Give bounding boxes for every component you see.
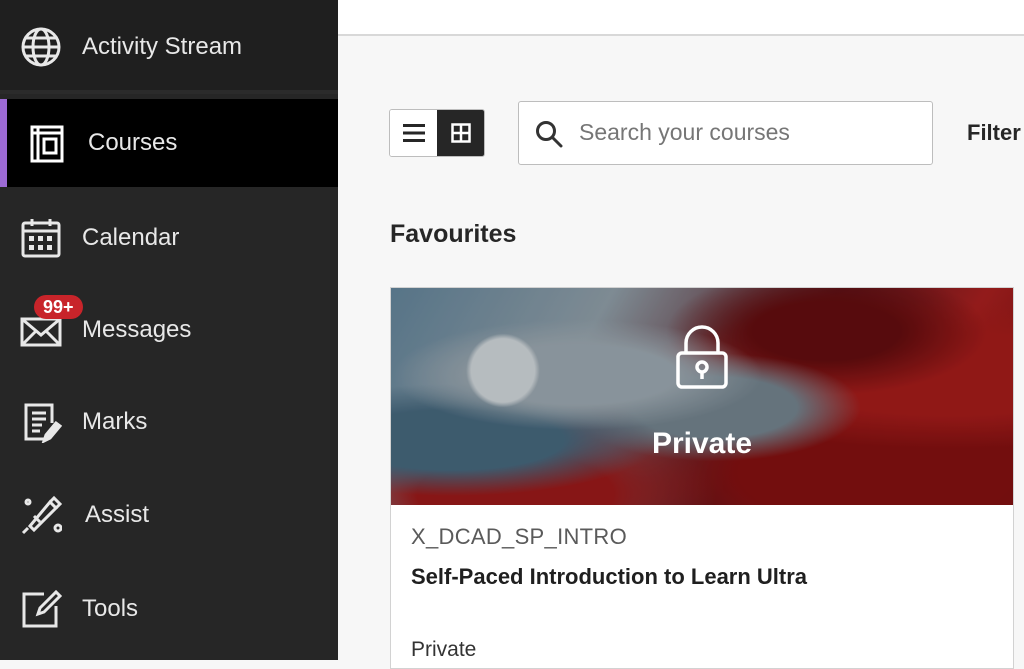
sidebar-item-activity-stream[interactable]: Activity Stream: [0, 0, 338, 94]
sidebar-item-marks[interactable]: Marks: [0, 376, 338, 468]
course-search-box: [518, 101, 933, 165]
course-banner-image: Private: [391, 288, 1013, 505]
view-toggle: [389, 109, 485, 157]
sidebar-item-tools[interactable]: Tools: [0, 562, 338, 656]
courses-icon: [27, 122, 69, 164]
search-input[interactable]: [579, 102, 919, 162]
top-bar: [338, 0, 1024, 36]
grid-icon: [450, 123, 471, 143]
calendar-icon: [20, 217, 62, 259]
course-code: X_DCAD_SP_INTRO: [411, 524, 628, 549]
sidebar-item-label: Courses: [88, 129, 178, 156]
sidebar-item-label: Messages: [82, 316, 192, 343]
filter-label[interactable]: Filter: [967, 120, 1021, 146]
privacy-overlay-label: Private: [651, 427, 753, 460]
grid-view-button[interactable]: [437, 110, 484, 156]
sidebar: Activity Stream Courses Calendar 99+ Mes…: [0, 0, 338, 660]
search-icon: [535, 120, 563, 148]
globe-icon: [20, 26, 62, 68]
course-title[interactable]: Self-Paced Introduction to Learn Ultra: [411, 564, 807, 590]
tools-icon: [20, 588, 62, 630]
list-view-button[interactable]: [390, 110, 437, 156]
assist-icon: [20, 494, 62, 536]
unread-count-badge: 99+: [34, 295, 83, 319]
marks-icon: [20, 401, 62, 443]
active-indicator: [0, 99, 7, 187]
sidebar-item-assist[interactable]: Assist: [0, 468, 338, 562]
section-title: Favourites: [390, 220, 517, 248]
course-status: Private: [411, 638, 477, 661]
sidebar-item-label: Calendar: [82, 224, 180, 251]
list-icon: [402, 123, 425, 143]
sidebar-item-label: Marks: [82, 408, 148, 435]
sidebar-item-label: Assist: [85, 501, 150, 528]
course-card[interactable]: Private X_DCAD_SP_INTRO Self-Paced Intro…: [390, 287, 1014, 669]
sidebar-item-calendar[interactable]: Calendar: [0, 192, 338, 284]
sidebar-item-label: Tools: [82, 595, 139, 622]
lock-icon: [674, 325, 730, 391]
sidebar-item-label: Activity Stream: [82, 33, 243, 60]
sidebar-item-courses[interactable]: Courses: [0, 99, 338, 187]
sidebar-item-messages[interactable]: 99+ Messages: [0, 284, 338, 376]
